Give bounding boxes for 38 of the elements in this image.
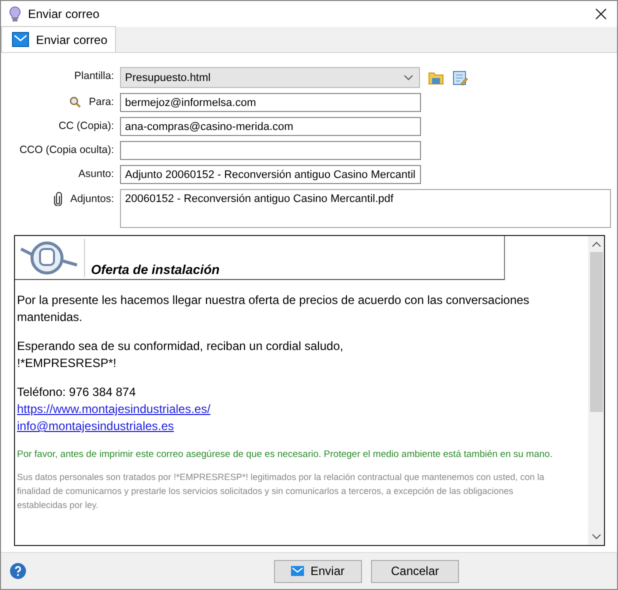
link[interactable]: info@montajesindustriales.es: [17, 418, 174, 435]
envelope-icon: [291, 566, 304, 576]
paperclip-icon[interactable]: [54, 192, 62, 206]
input-field[interactable]: [120, 141, 421, 160]
send-button[interactable]: Enviar: [274, 560, 362, 582]
help-icon[interactable]: [10, 563, 26, 579]
field-label: Plantilla:: [74, 70, 114, 82]
message-text: Sus datos personales son tratados por !*EMPRESRESP*! legitimados por la relación contractual que mantenemos con usted, con la finalidad de comunicarnos y prestarle los servicios solicitados y sin comunicarlos a terceros, a excepción de las obligaciones establecidas por ley.: [17, 471, 546, 512]
message-text: Por favor, antes de imprimir este correo asegúrese de que es necesario. Proteger el medio ambiente está también en su mano.: [17, 449, 554, 460]
field-label: Adjuntos:: [70, 193, 114, 205]
field-label: CCO (Copia oculta):: [19, 144, 114, 156]
folder-icon[interactable]: [428, 70, 444, 84]
input-field[interactable]: bermejoz@informelsa.com: [120, 93, 421, 112]
field-label: Para:: [88, 96, 114, 108]
input-field[interactable]: ana-compras@casino-merida.com: [120, 117, 421, 136]
template-dropdown[interactable]: Presupuesto.html: [120, 67, 420, 88]
field-label: CC (Copia):: [58, 120, 114, 132]
window-title: Enviar correo: [28, 7, 100, 21]
envelope-icon: [12, 32, 29, 47]
message-text: Teléfono: 976 384 874: [17, 384, 137, 401]
chevron-up-icon[interactable]: [592, 241, 600, 247]
link[interactable]: https://www.montajesindustriales.es/: [17, 401, 210, 418]
message-text: Por la presente les hacemos llegar nuestra oferta de precios de acuerdo con las conversaciones mantenidas.: [17, 292, 530, 326]
scrollbar[interactable]: [588, 236, 604, 545]
input-field[interactable]: Adjunto 20060152 - Reconversión antiguo Casino Mercantil: [120, 165, 421, 184]
search-icon[interactable]: [68, 96, 81, 108]
edit-document-icon[interactable]: [452, 70, 468, 86]
lightbulb-icon: [9, 6, 21, 22]
attachments-field[interactable]: 20060152 - Reconversión antiguo Casino Mercantil.pdf: [120, 189, 611, 228]
message-text: Esperando sea de su conformidad, reciban un cordial saludo,: [17, 338, 344, 355]
chevron-down-icon: [404, 74, 413, 80]
tab[interactable]: Enviar correo: [1, 26, 116, 52]
cancel-button[interactable]: Cancelar: [371, 560, 459, 582]
message-text: !*EMPRESRESP*!: [17, 355, 118, 372]
heading: Oferta de instalación: [91, 262, 220, 277]
chevron-down-icon[interactable]: [592, 534, 600, 540]
field-label: Asunto:: [78, 168, 114, 180]
close-icon[interactable]: [595, 8, 607, 20]
